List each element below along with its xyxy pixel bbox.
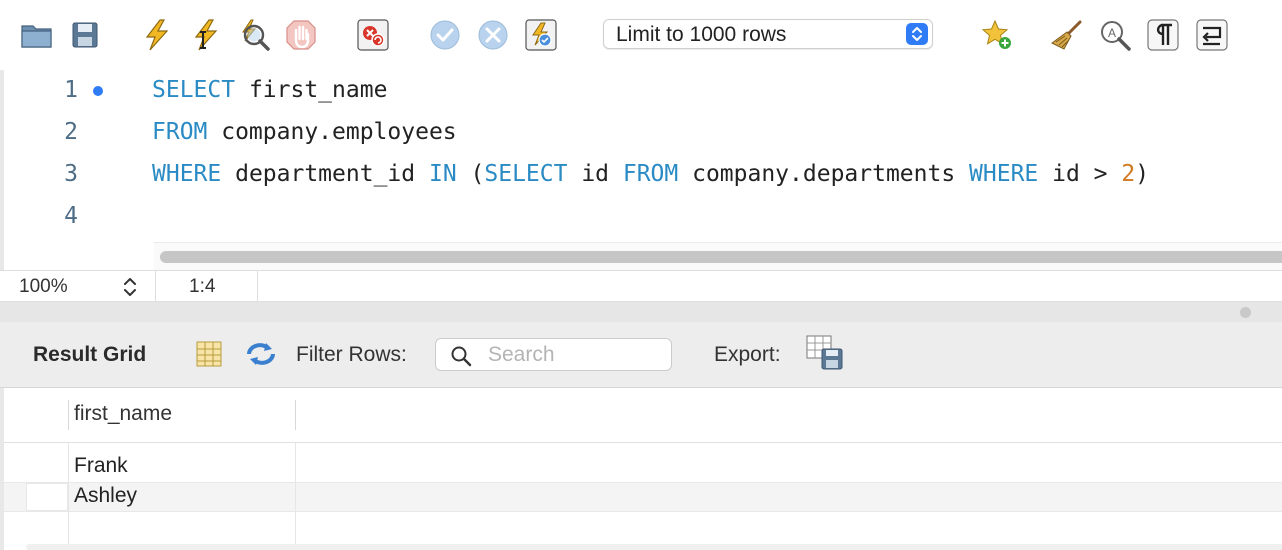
sql-keyword: WHERE [969, 161, 1039, 187]
stop-icon[interactable] [284, 18, 318, 52]
filter-rows-label: Filter Rows: [296, 343, 407, 366]
invisible-chars-icon[interactable] [1146, 18, 1180, 52]
result-toolbar: Result Grid Filter Rows: Export: [0, 322, 1282, 388]
table-row[interactable]: Ashley [4, 482, 1282, 512]
line-number: 4 [64, 203, 78, 229]
splitter-handle-icon[interactable] [1240, 307, 1251, 318]
column-header-first-name[interactable]: first_name [74, 402, 172, 426]
grid-view-icon[interactable] [195, 340, 223, 374]
line-number: 3 [64, 161, 78, 187]
export-label: Export: [714, 343, 781, 366]
execute-icon[interactable] [140, 18, 174, 52]
limit-rows-select[interactable]: Limit to 1000 rows [603, 19, 933, 49]
filter-search-box[interactable] [435, 338, 672, 371]
code-text: company.departments [678, 161, 970, 187]
code-text: first_name [235, 77, 388, 103]
column-separator [68, 400, 69, 430]
export-icon[interactable] [806, 335, 844, 377]
open-folder-icon[interactable] [20, 18, 54, 52]
zoom-level[interactable]: 100% [19, 276, 68, 298]
code-text: ) [1135, 161, 1150, 187]
editor-status-bar: 100% 1:4 [0, 270, 1282, 305]
cursor-position: 1:4 [189, 276, 216, 297]
code-line-3[interactable]: WHERE department_id IN (SELECT id FROM c… [152, 161, 1149, 187]
sql-keyword: WHERE [152, 161, 222, 187]
sql-number: 2 [1121, 161, 1136, 187]
scrollbar-thumb[interactable] [160, 251, 1282, 263]
table-cell[interactable]: Frank [74, 454, 128, 478]
code-line-2[interactable]: FROM company.employees [152, 119, 457, 145]
rollback-icon[interactable] [476, 18, 510, 52]
column-separator[interactable] [295, 400, 296, 430]
stop-on-error-icon[interactable] [356, 18, 390, 52]
table-row[interactable]: Frank [4, 452, 1282, 482]
zoom-stepper-icon[interactable] [122, 275, 138, 305]
explain-icon[interactable] [237, 18, 271, 52]
beautify-icon[interactable] [1050, 18, 1084, 52]
panel-splitter[interactable] [0, 302, 1282, 322]
line-number: 1 [64, 77, 78, 103]
refresh-icon[interactable] [244, 340, 278, 374]
execute-current-icon[interactable] [188, 18, 222, 52]
autocommit-icon[interactable] [524, 18, 558, 52]
commit-icon[interactable] [428, 18, 462, 52]
sql-keyword: FROM [152, 119, 208, 145]
code-text: id [567, 161, 623, 187]
limit-rows-value: Limit to 1000 rows [616, 23, 787, 46]
editor-toolbar: Limit to 1000 rows A [0, 0, 1282, 71]
code-line-1[interactable]: SELECT first_name [152, 77, 387, 103]
sql-editor[interactable]: 1 2 3 4 SELECT first_name FROM company.e… [0, 70, 1282, 271]
select-stepper-icon [906, 23, 928, 45]
save-icon[interactable] [68, 18, 102, 52]
horizontal-scrollbar[interactable] [154, 242, 1282, 271]
search-icon [450, 345, 472, 373]
table-cell[interactable]: Ashley [74, 484, 137, 508]
header-divider [4, 442, 1282, 443]
code-text: company.employees [207, 119, 457, 145]
result-grid: first_name Frank Ashley [0, 388, 1282, 550]
column-divider [295, 443, 296, 550]
line-number: 2 [64, 119, 78, 145]
code-text: id > [1038, 161, 1122, 187]
code-text: ( [456, 161, 485, 187]
statement-marker-icon [93, 86, 103, 96]
code-text: department_id [221, 161, 429, 187]
add-snippet-icon[interactable] [980, 18, 1014, 52]
sql-keyword: SELECT [152, 77, 236, 103]
result-grid-tab[interactable]: Result Grid [33, 343, 146, 367]
sql-keyword: SELECT [484, 161, 568, 187]
find-icon[interactable]: A [1098, 18, 1132, 52]
grid-scroll-edge [26, 544, 1282, 550]
sql-keyword: FROM [622, 161, 679, 187]
search-input[interactable] [488, 343, 663, 367]
svg-text:A: A [1108, 26, 1116, 40]
line-gutter: 1 2 3 4 [4, 70, 148, 242]
wrap-lines-icon[interactable] [1195, 18, 1229, 52]
row-header[interactable] [26, 483, 68, 511]
sql-keyword: IN [428, 161, 457, 187]
row-gutter-divider [68, 443, 69, 550]
status-separator [257, 271, 258, 303]
status-separator [155, 271, 156, 303]
